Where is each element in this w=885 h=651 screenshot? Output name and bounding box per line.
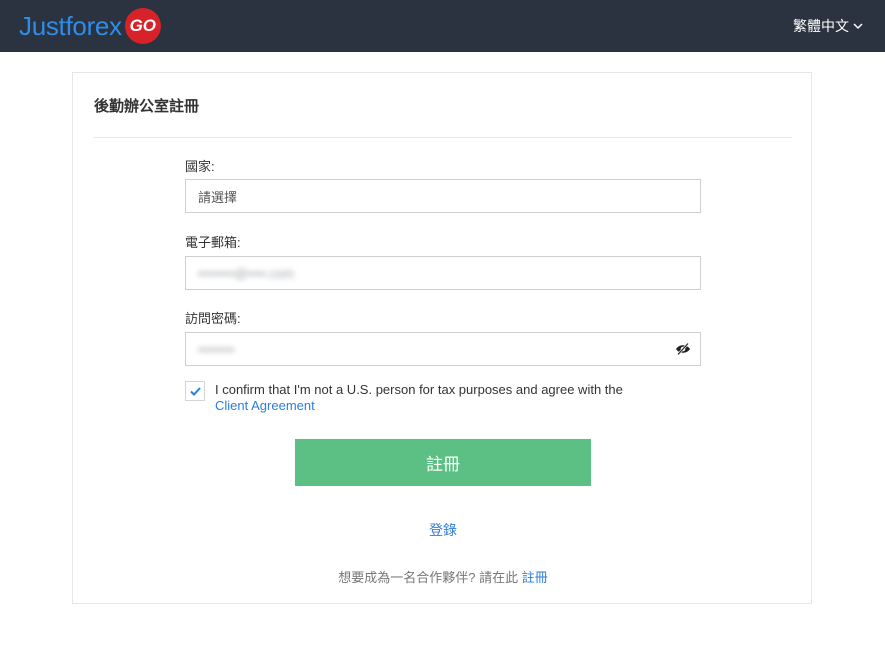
email-value: ••••••••@••••.com [198,265,294,281]
agreement-text: I confirm that I'm not a U.S. person for… [215,382,655,414]
title-divider [94,137,792,138]
agreement-statement: I confirm that I'm not a U.S. person for… [215,382,623,397]
client-agreement-link[interactable]: Client Agreement [215,398,315,413]
register-button[interactable]: 註冊 [295,439,591,486]
password-label: 訪問密碼: [185,311,241,326]
partner-text: 想要成為一名合作夥伴? 請在此 [338,570,519,585]
logo-text: Justforex [19,11,122,41]
logo-go-badge: GO [124,8,161,44]
password-value: •••••••• [198,341,235,357]
email-field[interactable]: ••••••••@••••.com [185,256,701,290]
language-label: 繁體中文 [793,18,849,34]
country-select-value: 請選擇 [198,189,238,205]
checkmark-icon [189,386,201,396]
password-field[interactable]: •••••••• [185,332,701,366]
language-selector[interactable]: 繁體中文 [793,16,863,36]
agreement-checkbox[interactable] [185,381,205,401]
email-label: 電子郵箱: [185,235,241,250]
page-title: 後勤辦公室註冊 [94,98,200,115]
registration-card: 後勤辦公室註冊 國家: 請選擇 電子郵箱: ••••••••@••••.com … [72,72,812,604]
country-label: 國家: [185,159,215,174]
justforex-logo[interactable]: Justforex GO [19,8,161,44]
login-link[interactable]: 登錄 [73,520,813,540]
eye-slash-icon[interactable] [675,342,691,356]
partner-prompt: 想要成為一名合作夥伴? 請在此 註冊 [73,567,813,586]
country-select[interactable]: 請選擇 [185,179,701,213]
chevron-down-icon [853,22,863,29]
top-bar: Justforex GO 繁體中文 [0,0,885,52]
partner-register-link[interactable]: 註冊 [522,570,548,585]
